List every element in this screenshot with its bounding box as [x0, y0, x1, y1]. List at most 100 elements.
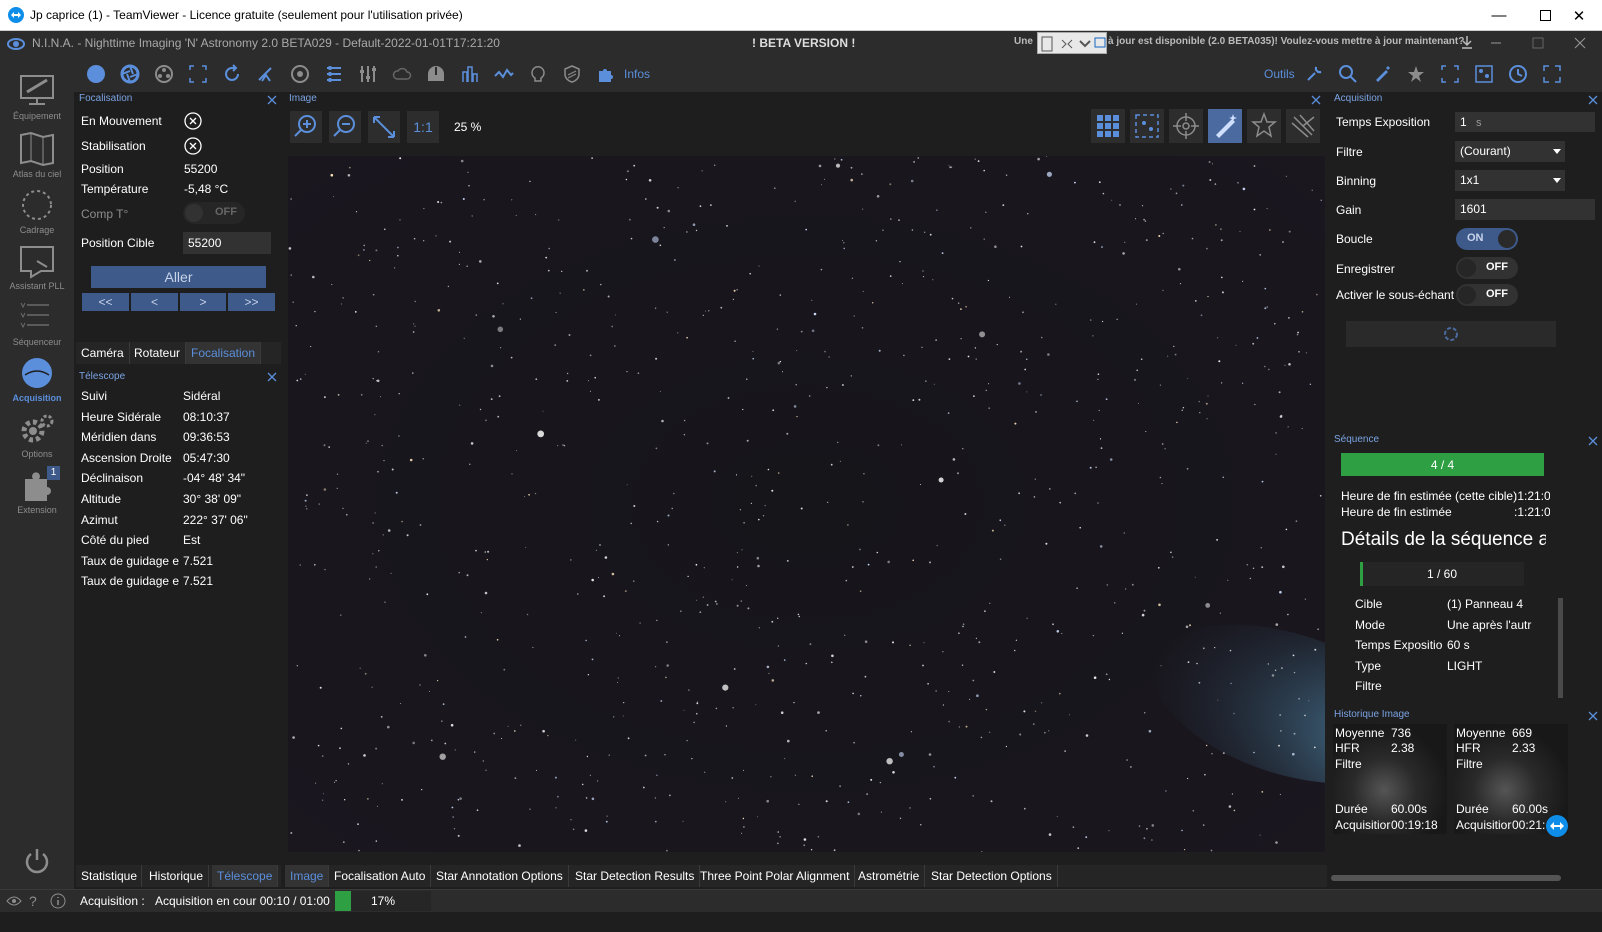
bahtinov-icon[interactable]	[1286, 109, 1320, 143]
binning-select[interactable]: 1x1	[1455, 170, 1565, 191]
plugin-icon[interactable]	[596, 64, 616, 84]
bar-chart-icon[interactable]	[460, 64, 480, 84]
telescope-close-icon[interactable]	[267, 372, 277, 382]
save-toggle[interactable]: OFF	[1456, 257, 1518, 279]
tab-history[interactable]: Historique	[144, 865, 210, 887]
nav-extension[interactable]: Extension 1	[0, 466, 74, 515]
tab-rotator[interactable]: Rotateur	[129, 342, 187, 364]
tab-focuser[interactable]: Focalisation	[186, 342, 262, 364]
capture-button[interactable]	[1346, 321, 1556, 347]
app-close-button[interactable]	[1572, 35, 1588, 51]
focuser-icon[interactable]	[154, 64, 174, 84]
toggle-knob	[1458, 286, 1476, 304]
history-duration-value: 60.00s	[1391, 802, 1428, 816]
safety-icon[interactable]	[562, 64, 582, 84]
nav-acquisition[interactable]: Acquisition	[0, 354, 74, 403]
tab-star-detection-results[interactable]: Star Detection Results	[570, 865, 701, 887]
focuser-close-icon[interactable]	[267, 95, 277, 105]
guiding-graph-icon[interactable]	[494, 64, 514, 84]
app-minimize-button[interactable]	[1488, 35, 1504, 51]
target-position-input[interactable]: 55200	[183, 232, 271, 254]
rotator-icon[interactable]	[222, 64, 242, 84]
search-icon[interactable]	[1338, 64, 1358, 84]
weather-icon[interactable]	[392, 64, 412, 84]
tab-telescope[interactable]: Télescope	[212, 865, 279, 887]
loop-toggle[interactable]: ON	[1456, 228, 1518, 250]
tab-star-detection-options[interactable]: Star Detection Options	[926, 865, 1058, 887]
nav-sky-atlas[interactable]: Atlas du ciel	[0, 130, 74, 179]
telescope-icon[interactable]	[256, 64, 276, 84]
history-icon[interactable]	[1508, 64, 1528, 84]
tab-plate-solving[interactable]: Astrométrie	[853, 865, 926, 887]
zoom-in-icon[interactable]	[290, 111, 322, 143]
nav-flat-wizard[interactable]: Assistant PLL	[0, 242, 74, 291]
camera-icon[interactable]	[86, 64, 106, 84]
telescope-row-value: 222° 37' 06"	[183, 512, 248, 527]
grid-icon[interactable]	[1091, 109, 1125, 143]
history-scrollbar[interactable]	[1331, 875, 1561, 881]
step-forward-button[interactable]: >	[180, 293, 226, 311]
brush-icon[interactable]	[1372, 64, 1392, 84]
acquisition-close-icon[interactable]	[1588, 95, 1598, 105]
step-back-large-button[interactable]: <<	[82, 293, 129, 311]
dome-icon[interactable]	[426, 64, 446, 84]
crosshair-icon[interactable]	[1169, 109, 1203, 143]
power-icon[interactable]	[22, 846, 52, 876]
gain-input[interactable]: 1601	[1455, 199, 1595, 220]
step-back-button[interactable]: <	[131, 293, 178, 311]
flat-panel-icon[interactable]	[528, 64, 548, 84]
filter-select[interactable]: (Courant)	[1455, 141, 1565, 162]
outils-label[interactable]: Outils	[1264, 67, 1295, 81]
update-prefix: Une	[1014, 36, 1033, 47]
infos-label[interactable]: Infos	[624, 67, 650, 81]
step-forward-large-button[interactable]: >>	[228, 293, 275, 311]
download-icon[interactable]	[1460, 35, 1474, 49]
image-viewer[interactable]	[288, 156, 1325, 852]
tools-icon[interactable]	[1304, 64, 1324, 84]
zoom-out-icon[interactable]	[329, 111, 361, 143]
auto-stretch-icon[interactable]	[1208, 109, 1242, 143]
loop-state: ON	[1467, 232, 1484, 244]
nav-options[interactable]: Options	[0, 410, 74, 459]
temp-comp-toggle[interactable]: OFF	[183, 202, 245, 224]
teamviewer-float-icon[interactable]	[1546, 815, 1568, 837]
minimize-button[interactable]: —	[1476, 0, 1522, 31]
eye-icon[interactable]	[6, 895, 22, 907]
tab-image[interactable]: Image	[285, 865, 330, 887]
tab-statistics[interactable]: Statistique	[76, 865, 142, 887]
nav-sequencer[interactable]: Séquenceur	[0, 298, 74, 347]
fit-icon[interactable]	[368, 111, 400, 143]
fullscreen-icon[interactable]	[1542, 64, 1562, 84]
subsample-toggle[interactable]: OFF	[1456, 284, 1518, 306]
sequence-close-icon[interactable]	[1588, 436, 1598, 446]
crop-icon[interactable]	[1440, 64, 1460, 84]
teamviewer-panel[interactable]	[1037, 32, 1107, 54]
zoom-1to1-button[interactable]: 1:1	[407, 111, 439, 143]
close-button[interactable]: ✕	[1556, 0, 1602, 31]
app-maximize-button[interactable]	[1530, 35, 1546, 51]
pin-icon[interactable]	[1406, 64, 1426, 84]
tab-autofocus[interactable]: Focalisation Auto	[329, 865, 432, 887]
sliders-icon[interactable]	[358, 64, 378, 84]
help-icon[interactable]: ?	[29, 893, 43, 909]
exposure-input[interactable]: 1 s	[1455, 112, 1595, 132]
go-button[interactable]: Aller	[91, 266, 266, 288]
nav-equipment[interactable]: Équipement	[0, 72, 74, 121]
image-close-icon[interactable]	[1311, 95, 1321, 105]
filter-wheel-icon[interactable]	[120, 64, 140, 84]
update-text[interactable]: à jour est disponible (2.0 BETA035)! Vou…	[1108, 36, 1464, 47]
history-close-icon[interactable]	[1588, 711, 1598, 721]
nav-framing[interactable]: Cadrage	[0, 186, 74, 235]
status-percent: 17%	[370, 894, 396, 908]
guider-icon[interactable]	[290, 64, 310, 84]
star-detect-icon[interactable]	[1130, 109, 1164, 143]
tab-camera[interactable]: Caméra	[76, 342, 130, 364]
switch-icon[interactable]	[324, 64, 344, 84]
stars-frame-icon[interactable]	[1474, 64, 1494, 84]
tab-polar-alignment[interactable]: Three Point Polar Alignment	[695, 865, 856, 887]
sequence-scrollbar[interactable]	[1558, 598, 1563, 698]
info-icon[interactable]	[50, 893, 66, 909]
star-annotate-icon[interactable]	[1247, 109, 1281, 143]
tab-star-annotation-options[interactable]: Star Annotation Options	[431, 865, 569, 887]
frame-icon[interactable]	[188, 64, 208, 84]
